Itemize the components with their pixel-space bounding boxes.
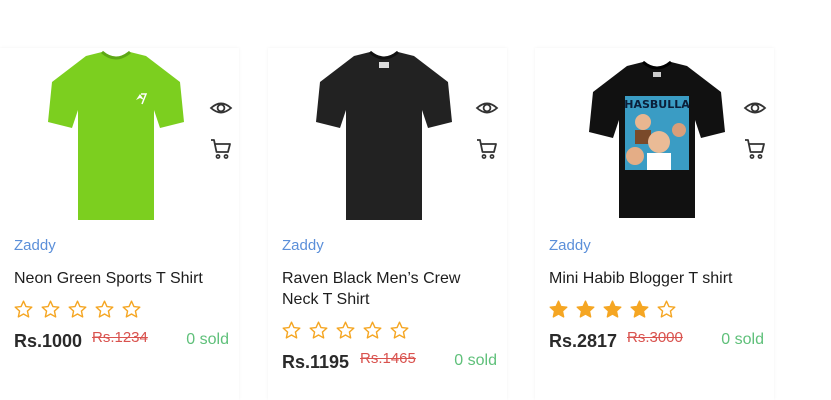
- product-title[interactable]: Mini Habib Blogger T shirt: [549, 268, 759, 289]
- product-image[interactable]: [268, 48, 507, 228]
- star-filled-icon: [549, 300, 568, 318]
- product-card[interactable]: Zaddy Neon Green Sports T Shirt Rs.1000 …: [0, 48, 239, 400]
- add-to-cart-button[interactable]: [743, 137, 767, 161]
- quick-view-button[interactable]: [743, 96, 767, 120]
- add-to-cart-button[interactable]: [209, 137, 233, 161]
- product-card[interactable]: HASBULLA Zaddy Mini Habib Blogger T shir…: [535, 48, 774, 400]
- star-empty-icon: [68, 300, 87, 318]
- product-title[interactable]: Neon Green Sports T Shirt: [14, 268, 224, 289]
- product-image[interactable]: HASBULLA: [535, 48, 774, 228]
- star-empty-icon: [95, 300, 114, 318]
- star-empty-icon: [122, 300, 141, 318]
- sold-count: 0 sold: [721, 331, 764, 348]
- quick-view-button[interactable]: [475, 96, 499, 120]
- brand-link[interactable]: Zaddy: [282, 237, 324, 254]
- old-price: Rs.1465: [360, 350, 416, 367]
- star-empty-icon: [282, 321, 301, 339]
- rating-stars: [13, 299, 142, 321]
- cart-icon: [745, 139, 765, 159]
- sold-count: 0 sold: [186, 331, 229, 348]
- rating-stars: [281, 320, 410, 342]
- hasbulla-print-text: HASBULLA: [624, 98, 690, 111]
- tshirt-image: [48, 50, 184, 220]
- product-card[interactable]: Zaddy Raven Black Men’s Crew Neck T Shir…: [268, 48, 507, 400]
- cart-icon: [477, 139, 497, 159]
- star-empty-icon: [390, 321, 409, 339]
- price-row: Rs.1195 Rs.1465 0 sold: [282, 350, 497, 374]
- star-filled-icon: [576, 300, 595, 318]
- star-empty-icon: [14, 300, 33, 318]
- tshirt-image: HASBULLA: [589, 60, 725, 218]
- star-empty-icon: [363, 321, 382, 339]
- price-row: Rs.2817 Rs.3000 0 sold: [549, 329, 764, 353]
- tshirt-image: [316, 50, 452, 220]
- rating-stars: [548, 299, 677, 321]
- star-empty-icon: [657, 300, 676, 318]
- star-filled-icon: [630, 300, 649, 318]
- star-filled-icon: [603, 300, 622, 318]
- eye-icon: [475, 102, 499, 114]
- cart-icon: [211, 139, 231, 159]
- old-price: Rs.1234: [92, 329, 148, 346]
- star-empty-icon: [309, 321, 328, 339]
- brand-link[interactable]: Zaddy: [14, 237, 56, 254]
- price: Rs.1195: [282, 352, 350, 372]
- add-to-cart-button[interactable]: [475, 137, 499, 161]
- price: Rs.2817: [549, 331, 618, 351]
- product-title[interactable]: Raven Black Men’s Crew Neck T Shirt: [282, 268, 492, 310]
- eye-icon: [743, 102, 767, 114]
- sold-count: 0 sold: [454, 352, 497, 369]
- old-price: Rs.3000: [627, 329, 683, 346]
- star-empty-icon: [41, 300, 60, 318]
- price-row: Rs.1000 Rs.1234 0 sold: [14, 329, 229, 353]
- product-image[interactable]: [0, 48, 239, 228]
- star-empty-icon: [336, 321, 355, 339]
- eye-icon: [209, 102, 233, 114]
- quick-view-button[interactable]: [209, 96, 233, 120]
- brand-link[interactable]: Zaddy: [549, 237, 591, 254]
- price: Rs.1000: [14, 331, 83, 351]
